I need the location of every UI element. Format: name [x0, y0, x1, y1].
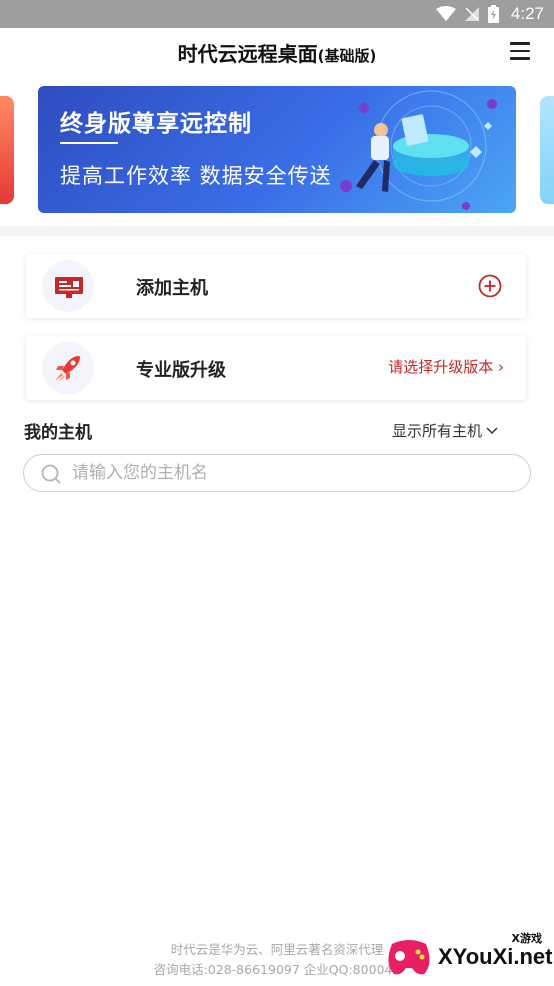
wifi-icon [435, 6, 456, 21]
rocket-icon [42, 342, 94, 394]
upgrade-label: 专业版升级 [136, 360, 226, 381]
hamburger-menu-icon[interactable] [510, 42, 530, 60]
banner-next-slide[interactable] [540, 96, 554, 204]
page-title: 时代云远程桌面(基础版) [0, 38, 554, 67]
promo-banner[interactable]: 终身版尊享远控制 提高工作效率 数据安全传送 [38, 86, 516, 213]
status-bar: 4:27 [0, 0, 554, 28]
status-icons: 4:27 [435, 4, 544, 24]
watermark-text: XYouXi.net [438, 944, 553, 969]
banner-divider [60, 142, 118, 144]
section-separator [0, 226, 554, 236]
select-upgrade-version-link[interactable]: 请选择升级版本 › [388, 356, 504, 377]
banner-title: 终身版尊享远控制 [60, 111, 252, 137]
my-hosts-title: 我的主机 [24, 423, 92, 443]
signal-off-icon [464, 7, 479, 21]
host-search-input[interactable] [72, 459, 512, 487]
banner-illustration [340, 90, 497, 210]
search-icon [41, 464, 61, 484]
host-filter-dropdown[interactable]: 显示所有主机 [392, 420, 498, 441]
host-search-box[interactable] [23, 454, 531, 492]
app-title: 时代云远程桌面 [177, 42, 318, 66]
banner-prev-slide[interactable] [0, 96, 14, 204]
plus-circle-icon[interactable] [478, 274, 502, 298]
app-header: 时代云远程桌面(基础版) [0, 28, 554, 76]
add-host-card[interactable]: 添加主机 [26, 254, 526, 318]
my-hosts-header: 我的主机 显示所有主机 [24, 418, 530, 443]
upgrade-card[interactable]: 专业版升级 请选择升级版本 › [26, 336, 526, 400]
banner-subtitle: 提高工作效率 数据安全传送 [60, 164, 332, 188]
host-filter-label: 显示所有主机 [391, 422, 482, 440]
banner-carousel: 终身版尊享远控制 提高工作效率 数据安全传送 [0, 76, 554, 226]
gamepad-logo-icon [388, 940, 430, 975]
app-edition: (基础版) [317, 47, 377, 65]
add-host-label: 添加主机 [136, 278, 208, 299]
host-board-icon [42, 260, 94, 312]
status-time: 4:27 [510, 4, 544, 23]
chevron-down-icon [486, 426, 498, 434]
watermark: X游戏 XYouXi.net [384, 930, 554, 984]
battery-icon [487, 5, 499, 23]
